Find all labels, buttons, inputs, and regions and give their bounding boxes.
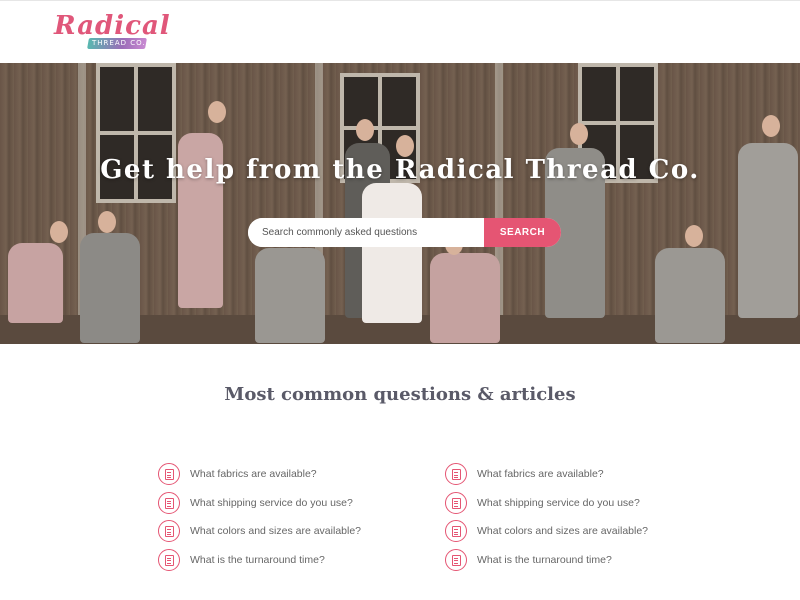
faq-item[interactable]: What colors and sizes are available? [445, 517, 705, 546]
person-head [396, 135, 414, 157]
hero-banner: Get help from the Radical Thread Co. SEA… [0, 63, 800, 344]
document-icon [158, 491, 180, 514]
faq-item[interactable]: What shipping service do you use? [158, 489, 418, 518]
document-icon [445, 548, 467, 571]
groomsman-figure [655, 248, 725, 343]
faq-link[interactable]: What colors and sizes are available? [190, 525, 361, 537]
faq-item[interactable]: What is the turnaround time? [158, 546, 418, 575]
bridesmaid-figure [430, 253, 500, 343]
document-icon [445, 520, 467, 543]
faq-link[interactable]: What fabrics are available? [190, 468, 317, 480]
faq-item[interactable]: What fabrics are available? [158, 460, 418, 489]
document-icon [158, 463, 180, 486]
radical-thread-logo[interactable]: Radical THREAD CO. [52, 11, 170, 53]
faq-list-left: What fabrics are available? What shippin… [158, 460, 418, 574]
person-head [356, 119, 374, 141]
person-head [50, 221, 68, 243]
bridesmaid-figure [8, 243, 63, 323]
faq-item[interactable]: What shipping service do you use? [445, 489, 705, 518]
person-head [685, 225, 703, 247]
faq-link[interactable]: What is the turnaround time? [477, 554, 612, 566]
document-icon [158, 548, 180, 571]
hero-title: Get help from the Radical Thread Co. [100, 155, 700, 185]
person-head [762, 115, 780, 137]
faq-link[interactable]: What shipping service do you use? [190, 497, 353, 509]
logo-wordmark: Radical [54, 11, 171, 41]
faq-link[interactable]: What is the turnaround time? [190, 554, 325, 566]
document-icon [158, 520, 180, 543]
bride-figure [362, 183, 422, 323]
person-head [570, 123, 588, 145]
faq-item[interactable]: What colors and sizes are available? [158, 517, 418, 546]
faq-link[interactable]: What colors and sizes are available? [477, 525, 648, 537]
faq-link[interactable]: What fabrics are available? [477, 468, 604, 480]
faq-list-right: What fabrics are available? What shippin… [445, 460, 705, 574]
faq-link[interactable]: What shipping service do you use? [477, 497, 640, 509]
faq-section-title: Most common questions & articles [224, 384, 576, 405]
logo-subtext: THREAD CO. [92, 39, 146, 47]
groomsman-figure [255, 248, 325, 343]
search-input[interactable] [248, 218, 484, 247]
site-header: Radical THREAD CO. [0, 0, 800, 63]
faq-item[interactable]: What fabrics are available? [445, 460, 705, 489]
help-search-bar: SEARCH [248, 218, 561, 247]
faq-item[interactable]: What is the turnaround time? [445, 546, 705, 575]
document-icon [445, 491, 467, 514]
person-head [208, 101, 226, 123]
groomsman-figure [80, 233, 140, 343]
person-head [98, 211, 116, 233]
document-icon [445, 463, 467, 486]
search-button[interactable]: SEARCH [484, 218, 561, 247]
